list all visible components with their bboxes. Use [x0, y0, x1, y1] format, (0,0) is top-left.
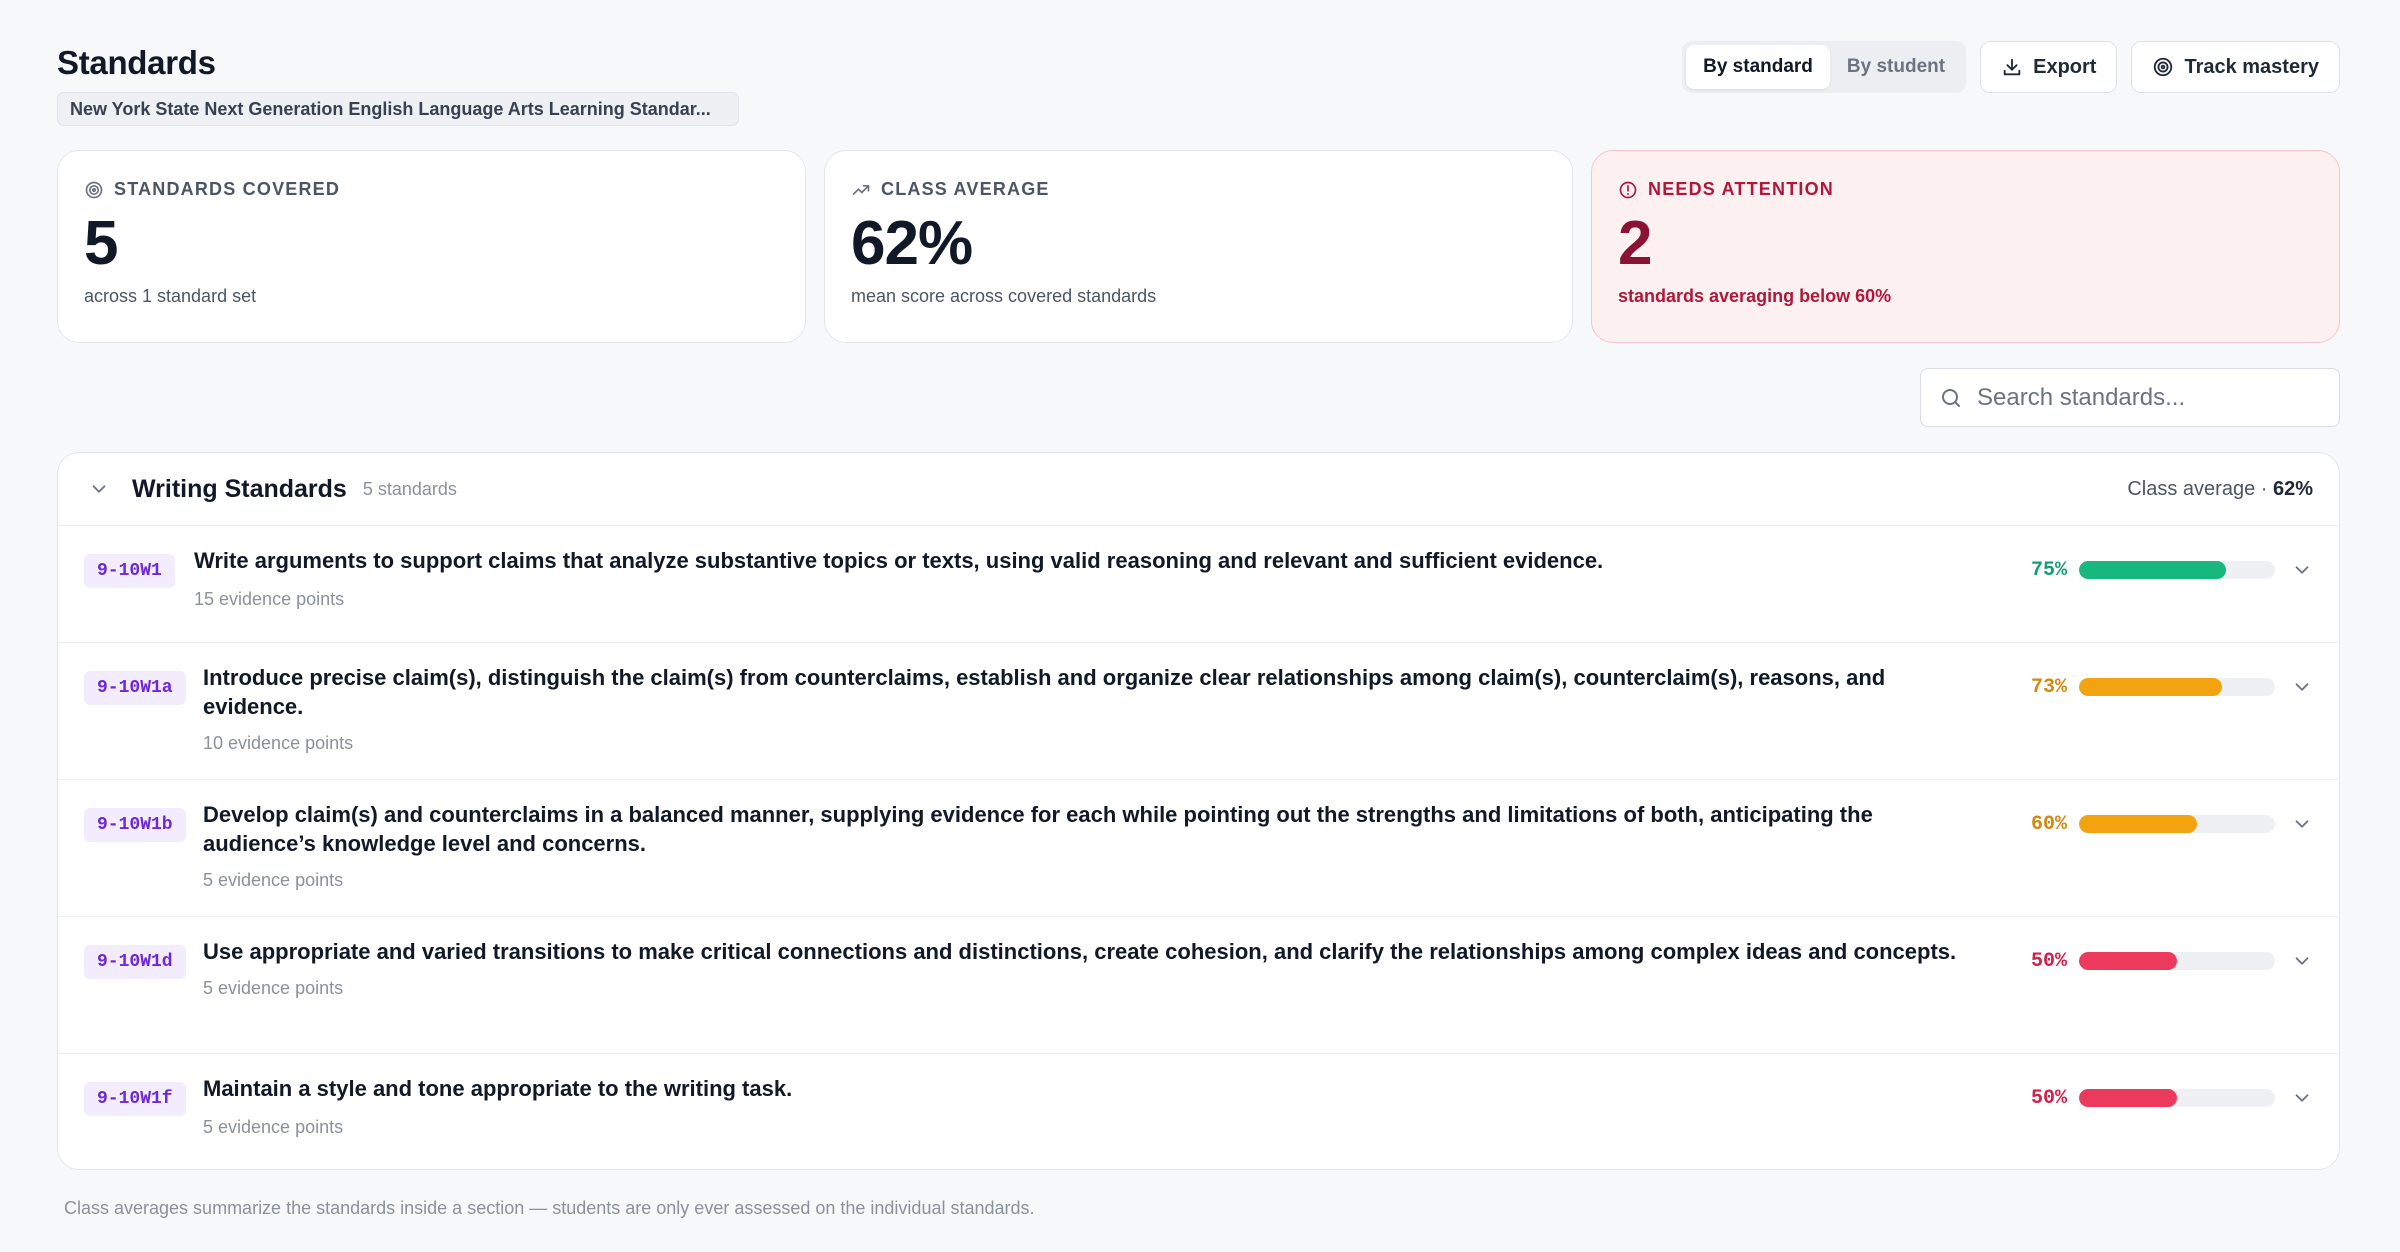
standards-covered-card: Standards covered 5 across 1 standard se…: [57, 150, 806, 343]
chevron-down-icon[interactable]: [2291, 559, 2313, 581]
standard-score: 73%: [2025, 673, 2313, 701]
search-input[interactable]: [1977, 383, 2321, 412]
score-bar: [2079, 952, 2275, 970]
view-toggle: By standard By student: [1682, 41, 1967, 93]
standard-description: Use appropriate and varied transitions t…: [203, 939, 1957, 964]
standard-description: Maintain a style and tone appropriate to…: [203, 1076, 793, 1101]
stat-value: 2: [1618, 209, 1652, 278]
evidence-count: 5 evidence points: [203, 978, 344, 998]
footnote: Class averages summarize the standards i…: [64, 1198, 1035, 1218]
score-bar-fill: [2079, 678, 2223, 696]
trend-up-icon: [852, 184, 870, 195]
stat-label-text: Needs attention: [1648, 179, 1835, 199]
stat-label-text: Class average: [881, 179, 1050, 199]
score-percent: 60%: [2030, 812, 2067, 836]
target-icon: [85, 181, 103, 198]
stat-sub: standards averaging below 60%: [1618, 286, 1892, 306]
score-percent: 73%: [2030, 675, 2067, 699]
evidence-count: 5 evidence points: [203, 1117, 344, 1137]
standard-body: Maintain a style and tone appropriate to…: [203, 1074, 1963, 1138]
section-title: Writing Standards: [132, 474, 347, 503]
score-percent: 75%: [2030, 558, 2067, 582]
stat-label-class-average: Class average: [851, 179, 1546, 200]
download-icon: [2003, 58, 2021, 76]
evidence-count: 15 evidence points: [194, 589, 345, 609]
page-header: Standards New York State Next Generation…: [57, 41, 2340, 134]
standard-body: Write arguments to support claims that a…: [194, 546, 1954, 610]
standard-set-chip[interactable]: New York State Next Generation English L…: [57, 92, 739, 126]
standard-score: 60%: [2025, 810, 2313, 838]
track-mastery-button[interactable]: Track mastery: [2131, 41, 2340, 93]
score-bar: [2079, 815, 2275, 833]
export-button[interactable]: Export: [1980, 41, 2118, 93]
section-average: Class average · 62%: [2127, 478, 2313, 501]
standard-description: Write arguments to support claims that a…: [194, 548, 1604, 573]
chevron-down-icon[interactable]: [2291, 950, 2313, 972]
standard-body: Introduce precise claim(s), distinguish …: [203, 663, 1963, 754]
standard-description: Develop claim(s) and counterclaims in a …: [203, 802, 1873, 856]
stat-sub: across 1 standard set: [84, 286, 257, 306]
writing-standards-section: Writing Standards 5 standards Class aver…: [57, 452, 2340, 1170]
score-bar-fill: [2079, 1089, 2177, 1107]
standard-row[interactable]: 9-10W1a Introduce precise claim(s), dist…: [58, 643, 2339, 780]
standard-row[interactable]: 9-10W1f Maintain a style and tone approp…: [58, 1054, 2339, 1169]
target-icon: [2154, 57, 2173, 77]
stat-label-needs-attention: Needs attention: [1618, 179, 2313, 200]
chevron-down-icon[interactable]: [2291, 813, 2313, 835]
standard-score: 50%: [2025, 947, 2313, 975]
score-bar: [2079, 678, 2275, 696]
class-average-card: Class average 62% mean score across cove…: [824, 150, 1573, 343]
standard-row[interactable]: 9-10W1 Write arguments to support claims…: [58, 526, 2339, 643]
standard-score: 75%: [2025, 556, 2313, 584]
score-percent: 50%: [2030, 949, 2067, 973]
stat-value: 5: [84, 209, 118, 278]
score-bar-fill: [2079, 561, 2226, 579]
by-standard-tab[interactable]: By standard: [1686, 45, 1830, 89]
standard-code: 9-10W1b: [84, 808, 186, 842]
evidence-count: 5 evidence points: [203, 870, 344, 890]
evidence-count: 10 evidence points: [203, 733, 354, 753]
standard-code: 9-10W1: [84, 554, 175, 588]
score-bar-fill: [2079, 815, 2197, 833]
section-header[interactable]: Writing Standards 5 standards Class aver…: [58, 453, 2339, 526]
stat-label-standards-covered: Standards covered: [84, 179, 779, 200]
standard-code: 9-10W1d: [84, 945, 186, 979]
stat-label-text: Standards covered: [114, 179, 341, 199]
section-average-label: Class average ·: [2127, 477, 2273, 500]
score-bar: [2079, 561, 2275, 579]
stat-sub: mean score across covered standards: [851, 286, 1157, 306]
chevron-down-icon[interactable]: [2291, 676, 2313, 698]
score-bar: [2079, 1089, 2275, 1107]
alert-circle-icon: [1619, 181, 1637, 198]
chevron-down-icon[interactable]: [2291, 1087, 2313, 1109]
standard-code: 9-10W1f: [84, 1082, 186, 1116]
search-box: [1920, 368, 2340, 427]
by-student-tab[interactable]: By student: [1830, 45, 1962, 89]
search-icon: [1942, 388, 1960, 407]
section-average-value: 62%: [2272, 477, 2313, 500]
stats-row: Standards covered 5 across 1 standard se…: [57, 150, 2340, 343]
export-label: Export: [2033, 55, 2097, 78]
standard-code: 9-10W1a: [84, 671, 186, 705]
track-mastery-label: Track mastery: [2184, 55, 2319, 78]
score-percent: 50%: [2030, 1086, 2067, 1110]
toolbar: By standard By student Export Track mast…: [1682, 41, 2340, 93]
page-title: Standards: [57, 44, 216, 81]
chevron-down-icon[interactable]: [88, 478, 110, 500]
standard-score: 50%: [2025, 1084, 2313, 1112]
standard-body: Use appropriate and varied transitions t…: [203, 937, 1963, 999]
stat-value: 62%: [851, 209, 973, 278]
standard-row[interactable]: 9-10W1d Use appropriate and varied trans…: [58, 917, 2339, 1054]
standard-body: Develop claim(s) and counterclaims in a …: [203, 800, 1963, 891]
score-bar-fill: [2079, 952, 2177, 970]
standard-row[interactable]: 9-10W1b Develop claim(s) and counterclai…: [58, 780, 2339, 917]
standards-list: 9-10W1 Write arguments to support claims…: [58, 526, 2339, 1169]
needs-attention-card: Needs attention 2 standards averaging be…: [1591, 150, 2340, 343]
section-count: 5 standards: [362, 478, 457, 499]
standard-description: Introduce precise claim(s), distinguish …: [203, 665, 1886, 719]
